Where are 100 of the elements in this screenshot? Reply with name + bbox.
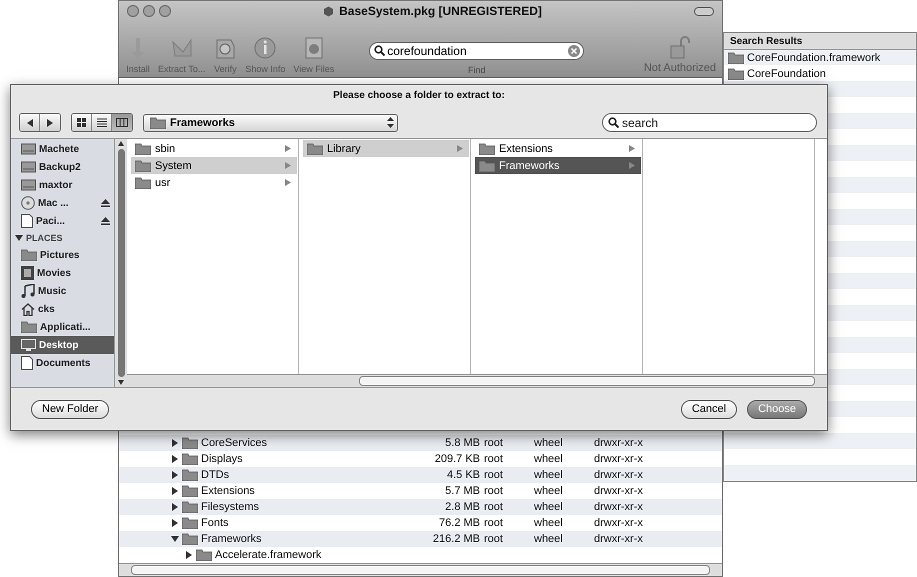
folder-icon — [150, 116, 166, 128]
folder-icon — [182, 485, 198, 497]
back-button[interactable] — [20, 114, 40, 131]
folder-icon — [135, 160, 151, 172]
search-label: Find — [468, 65, 486, 75]
cancel-button[interactable]: Cancel — [680, 400, 738, 418]
file-group: wheel — [534, 469, 594, 481]
column-item[interactable]: sbin — [131, 140, 297, 157]
disc-icon — [21, 196, 35, 210]
disclosure-triangle-icon[interactable] — [171, 471, 179, 479]
eject-icon[interactable] — [101, 217, 110, 225]
path-popup[interactable]: Frameworks — [143, 114, 398, 132]
disclosure-triangle-icon[interactable] — [171, 455, 179, 463]
scrollbar-thumb[interactable] — [359, 376, 815, 386]
eject-icon[interactable] — [101, 199, 110, 207]
disclosure-triangle-icon[interactable] — [15, 234, 23, 242]
sidebar-item[interactable]: Documents — [11, 354, 114, 372]
column-item[interactable]: Extensions — [475, 140, 641, 157]
file-permissions: drwxr-xr-x — [594, 517, 644, 529]
file-size: 2.8 MB — [444, 501, 481, 513]
file-owner: root — [484, 469, 504, 481]
disclosure-triangle-icon[interactable] — [171, 503, 179, 511]
folder-icon — [196, 549, 212, 561]
sidebar-item[interactable]: Mac ... — [11, 194, 114, 212]
window-title: BaseSystem.pkg [UNREGISTERED] — [339, 4, 542, 18]
sidebar-item[interactable]: Music — [11, 282, 114, 300]
sidebar-item[interactable]: Desktop — [11, 336, 114, 354]
scroll-up-icon[interactable] — [118, 141, 124, 146]
home-icon — [21, 302, 35, 316]
folder-icon — [182, 469, 198, 481]
file-owner: root — [484, 437, 504, 449]
toolbar-toggle-button[interactable] — [694, 6, 714, 16]
document-icon — [21, 356, 33, 370]
arrow-icon — [457, 145, 463, 152]
file-permissions: drwxr-xr-x — [594, 533, 644, 545]
list-view-icon — [96, 118, 106, 127]
clear-search-icon[interactable] — [568, 45, 580, 57]
file-name: Accelerate.framework — [215, 549, 322, 561]
sidebar-item[interactable]: Applicati... — [11, 318, 114, 336]
search-field[interactable]: corefoundation — [369, 42, 584, 60]
folder-icon — [479, 160, 495, 172]
file-name: Extensions — [201, 485, 255, 497]
file-size: 76.2 MB — [438, 517, 481, 529]
dialog-title: Please choose a folder to extract to: — [332, 89, 506, 101]
new-folder-button[interactable]: New Folder — [31, 400, 110, 418]
folder-icon — [307, 142, 323, 154]
sidebar-section-title: PLACES — [26, 233, 63, 243]
file-name: Displays — [201, 453, 243, 465]
file-group: wheel — [534, 533, 594, 545]
sidebar-item[interactable]: cks — [11, 300, 114, 318]
file-group: wheel — [534, 453, 594, 465]
view-mode-button[interactable] — [92, 114, 112, 131]
music-note-icon — [21, 284, 35, 298]
scrollbar-thumb[interactable] — [118, 149, 124, 377]
zoom-button[interactable] — [159, 5, 171, 17]
arrow-icon — [285, 162, 291, 169]
icon-view-icon — [77, 118, 86, 127]
column-item[interactable]: System — [131, 157, 297, 174]
document-icon — [21, 214, 33, 228]
file-group: wheel — [534, 485, 594, 497]
disclosure-triangle-icon[interactable] — [171, 439, 179, 447]
sidebar-item[interactable]: Movies — [11, 264, 114, 282]
disclosure-triangle-icon[interactable] — [171, 487, 179, 495]
forward-button[interactable] — [40, 114, 60, 131]
drive-icon — [21, 179, 36, 191]
disclosure-triangle-icon[interactable] — [171, 519, 179, 527]
desktop-icon — [21, 339, 36, 351]
sidebar-item[interactable]: Paci... — [11, 212, 114, 230]
package-icon — [323, 6, 334, 16]
file-group: wheel — [534, 437, 594, 449]
file-permissions: drwxr-xr-x — [594, 437, 644, 449]
column-item[interactable]: Library — [303, 140, 469, 157]
drive-icon — [21, 161, 36, 173]
column-item[interactable]: usr — [131, 174, 297, 191]
sidebar-item[interactable]: Pictures — [11, 246, 114, 264]
disclosure-triangle-icon[interactable] — [185, 551, 193, 559]
info-icon — [253, 36, 278, 60]
scrollbar-thumb[interactable] — [131, 565, 710, 575]
view-mode-button[interactable] — [72, 114, 92, 131]
sidebar-item[interactable]: Backup2 — [11, 158, 114, 176]
file-name: DTDs — [201, 469, 230, 481]
file-owner: root — [484, 453, 504, 465]
file-size: 5.7 MB — [444, 485, 481, 497]
file-owner: root — [484, 517, 504, 529]
sidebar-item[interactable]: Machete — [11, 140, 114, 158]
column-item[interactable]: Frameworks — [475, 157, 641, 174]
file-size: 216.2 MB — [432, 533, 481, 545]
scroll-down-icon[interactable] — [118, 380, 124, 385]
minimize-button[interactable] — [143, 5, 155, 17]
sidebar-item[interactable]: maxtor — [11, 176, 114, 194]
search-field[interactable]: search — [602, 113, 817, 132]
search-result[interactable]: CoreFoundation.framework — [747, 52, 880, 64]
folder-icon — [479, 142, 495, 154]
close-button[interactable] — [127, 5, 139, 17]
arrow-icon — [629, 145, 635, 152]
file-owner: root — [484, 533, 504, 545]
search-icon — [374, 45, 386, 56]
view-mode-button[interactable] — [112, 114, 132, 131]
search-result[interactable]: CoreFoundation — [747, 68, 826, 80]
disclosure-triangle-icon[interactable] — [171, 535, 179, 543]
